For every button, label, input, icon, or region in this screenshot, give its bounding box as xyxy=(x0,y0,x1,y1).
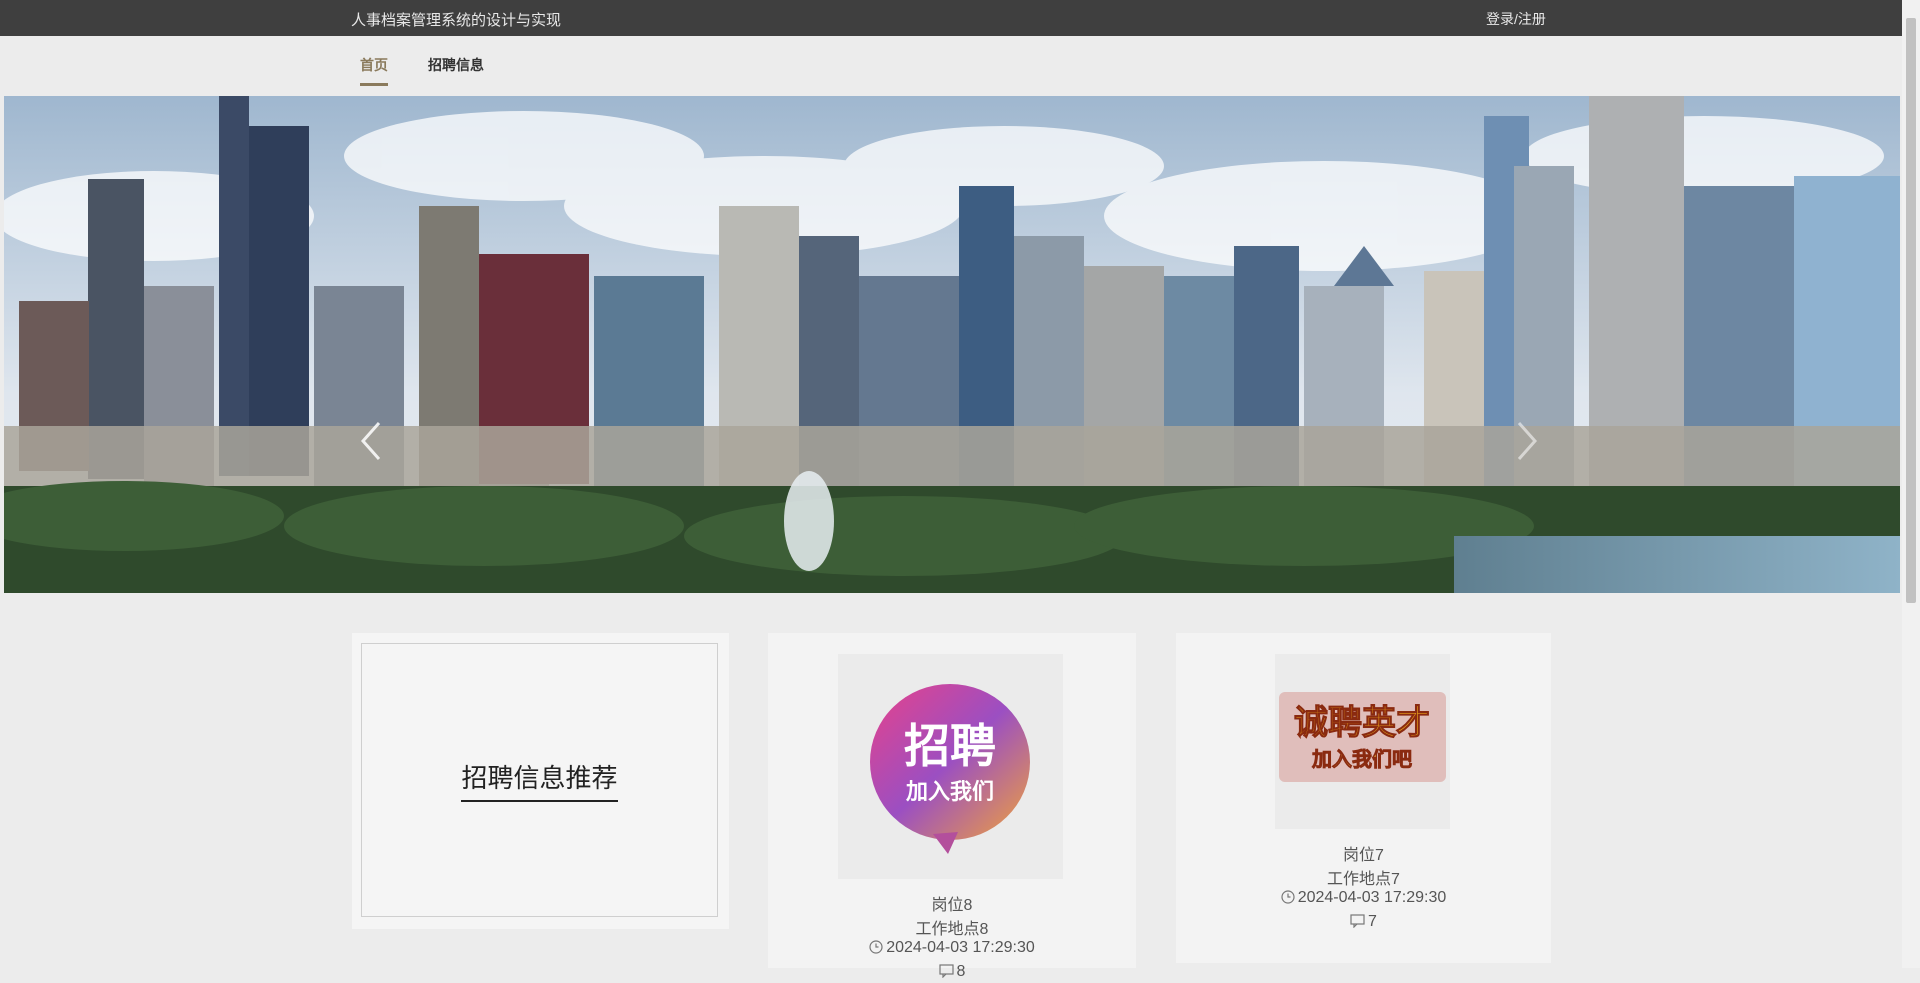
svg-text:诚聘英才: 诚聘英才 xyxy=(1294,703,1430,743)
job-card[interactable]: 诚聘英才 加入我们吧 岗位7 工作地点7 2024-04-03 17:29:30… xyxy=(1176,633,1551,963)
nav-recruitment[interactable]: 招聘信息 xyxy=(428,55,484,83)
job-card[interactable]: 招聘 加入我们 岗位8 工作地点8 2024-04-03 17:29:30 8 xyxy=(768,633,1136,980)
recommend-frame: 招聘信息推荐 xyxy=(361,643,718,917)
recommend-title: 招聘信息推荐 xyxy=(461,758,618,802)
top-bar: 人事档案管理系统的设计与实现 登录/注册 xyxy=(0,0,1902,36)
job-thumbnail: 招聘 加入我们 xyxy=(838,654,1063,879)
page-scrollbar[interactable] xyxy=(1902,0,1920,968)
nav-home[interactable]: 首页 xyxy=(360,55,388,86)
next-arrow-icon[interactable] xyxy=(1516,421,1538,461)
job-location: 工作地点7 xyxy=(1327,871,1400,888)
svg-text:加入我们: 加入我们 xyxy=(905,780,994,805)
comment-icon xyxy=(1350,914,1365,933)
job-time: 2024-04-03 17:29:30 xyxy=(1297,889,1447,906)
job-location: 工作地点8 xyxy=(915,921,989,938)
job-count-row: 7 xyxy=(1176,913,1551,933)
comment-icon xyxy=(938,964,954,983)
site-title: 人事档案管理系统的设计与实现 xyxy=(351,12,562,29)
job-title: 岗位7 xyxy=(1343,847,1384,864)
main-nav: 首页 招聘信息 xyxy=(0,36,1902,96)
job-time: 2024-04-03 17:29:30 xyxy=(886,939,1035,956)
recommend-section: 招聘信息推荐 xyxy=(352,633,729,929)
svg-text:招聘: 招聘 xyxy=(904,719,996,773)
login-register-link[interactable]: 登录/注册 xyxy=(1486,9,1546,29)
job-title: 岗位8 xyxy=(931,897,973,914)
carousel xyxy=(4,96,1900,593)
clock-icon xyxy=(869,940,883,959)
prev-arrow-icon[interactable] xyxy=(360,421,382,461)
job-thumbnail: 诚聘英才 加入我们吧 xyxy=(1275,654,1450,829)
job-time-row: 2024-04-03 17:29:30 xyxy=(1176,889,1551,909)
job-count-row: 8 xyxy=(768,963,1136,983)
job-count: 8 xyxy=(956,963,966,980)
job-count: 7 xyxy=(1368,913,1377,930)
scrollbar-thumb[interactable] xyxy=(1906,18,1916,603)
svg-text:加入我们吧: 加入我们吧 xyxy=(1311,747,1412,771)
carousel-image xyxy=(4,96,1900,593)
clock-icon xyxy=(1281,890,1295,909)
job-time-row: 2024-04-03 17:29:30 xyxy=(768,939,1136,959)
